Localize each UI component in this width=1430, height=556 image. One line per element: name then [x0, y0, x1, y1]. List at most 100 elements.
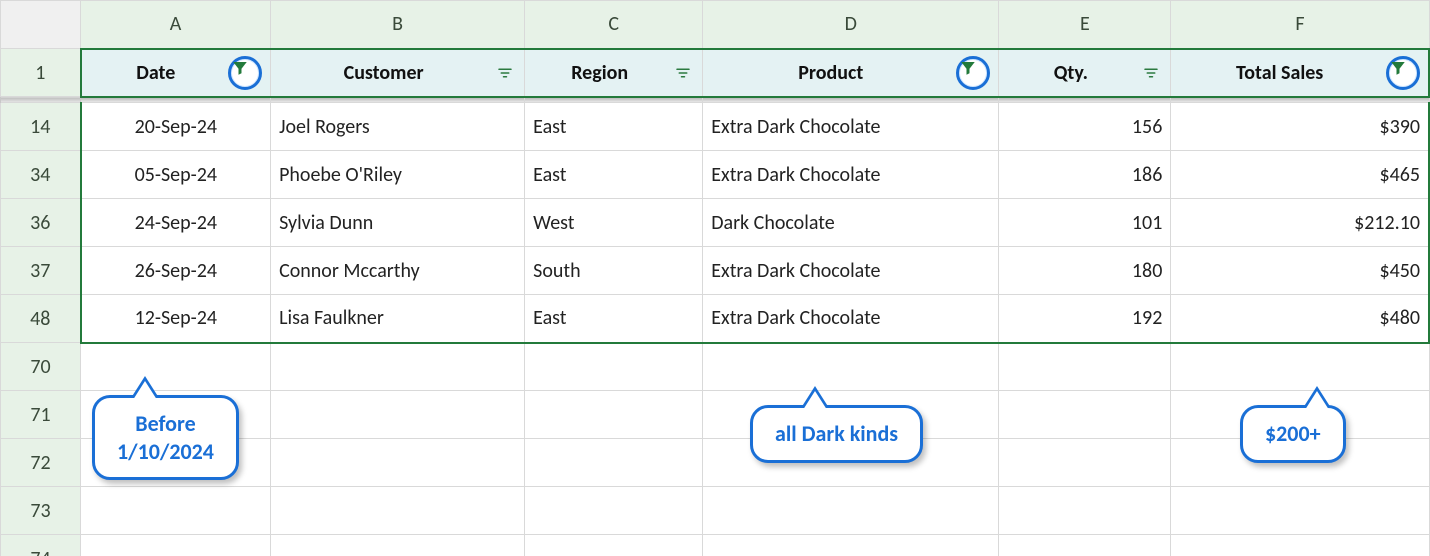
cell-qty[interactable]: 192: [999, 295, 1171, 343]
column-header-row: A B C D E F: [1, 1, 1430, 49]
row-header[interactable]: 37: [1, 247, 81, 295]
col-header-C[interactable]: C: [525, 1, 703, 49]
cell-product[interactable]: Dark Chocolate: [703, 199, 999, 247]
cell-product[interactable]: Extra Dark Chocolate: [703, 247, 999, 295]
empty-cell[interactable]: [81, 343, 271, 391]
header-label-totalsales: Total Sales: [1179, 61, 1380, 85]
table-header-row: 1 Date Customer Region: [1, 49, 1430, 97]
empty-cell[interactable]: [999, 535, 1171, 556]
empty-cell[interactable]: [1171, 343, 1429, 391]
empty-cell[interactable]: [271, 535, 525, 556]
cell-customer[interactable]: Connor Mccarthy: [271, 247, 525, 295]
empty-cell[interactable]: [271, 439, 525, 487]
row-header[interactable]: 71: [1, 391, 81, 439]
empty-row: 70: [1, 343, 1430, 391]
header-cell-customer[interactable]: Customer: [271, 49, 525, 97]
empty-cell[interactable]: [271, 487, 525, 535]
empty-cell[interactable]: [525, 535, 703, 556]
cell-date[interactable]: 12-Sep-24: [81, 295, 271, 343]
filter-lines-icon[interactable]: [1140, 62, 1162, 84]
header-cell-date[interactable]: Date: [81, 49, 271, 97]
cell-customer[interactable]: Sylvia Dunn: [271, 199, 525, 247]
empty-cell[interactable]: [999, 487, 1171, 535]
cell-region[interactable]: East: [525, 295, 703, 343]
empty-cell[interactable]: [271, 391, 525, 439]
callout-date-filter: Before 1/10/2024: [92, 395, 239, 480]
row-header[interactable]: 72: [1, 439, 81, 487]
cell-qty[interactable]: 156: [999, 103, 1171, 151]
empty-cell[interactable]: [271, 343, 525, 391]
cell-customer[interactable]: Joel Rogers: [271, 103, 525, 151]
cell-total[interactable]: $450: [1171, 247, 1429, 295]
header-label-region: Region: [533, 61, 666, 85]
header-label-product: Product: [711, 61, 950, 85]
col-header-E[interactable]: E: [999, 1, 1171, 49]
empty-cell[interactable]: [703, 487, 999, 535]
cell-customer[interactable]: Phoebe O'Riley: [271, 151, 525, 199]
row-header[interactable]: 34: [1, 151, 81, 199]
empty-cell[interactable]: [999, 343, 1171, 391]
row-header[interactable]: 48: [1, 295, 81, 343]
empty-cell[interactable]: [81, 535, 271, 556]
cell-qty[interactable]: 180: [999, 247, 1171, 295]
cell-product[interactable]: Extra Dark Chocolate: [703, 103, 999, 151]
header-cell-qty[interactable]: Qty.: [999, 49, 1171, 97]
cell-date[interactable]: 20-Sep-24: [81, 103, 271, 151]
empty-cell[interactable]: [703, 535, 999, 556]
cell-region[interactable]: East: [525, 103, 703, 151]
cell-total[interactable]: $390: [1171, 103, 1429, 151]
filter-lines-icon[interactable]: [494, 62, 516, 84]
row-header[interactable]: 70: [1, 343, 81, 391]
cell-total[interactable]: $480: [1171, 295, 1429, 343]
cell-qty[interactable]: 101: [999, 199, 1171, 247]
cell-qty[interactable]: 186: [999, 151, 1171, 199]
cell-date[interactable]: 24-Sep-24: [81, 199, 271, 247]
funnel-icon[interactable]: [1386, 56, 1420, 90]
empty-cell[interactable]: [525, 391, 703, 439]
filter-lines-icon[interactable]: [672, 62, 694, 84]
empty-cell[interactable]: [525, 487, 703, 535]
empty-cell[interactable]: [1171, 487, 1429, 535]
cell-region[interactable]: West: [525, 199, 703, 247]
empty-cell[interactable]: [999, 439, 1171, 487]
row-header[interactable]: 36: [1, 199, 81, 247]
row-header[interactable]: 74: [1, 535, 81, 556]
callout-total-filter: $200+: [1240, 405, 1346, 463]
header-cell-totalsales[interactable]: Total Sales: [1171, 49, 1429, 97]
col-header-A[interactable]: A: [81, 1, 271, 49]
row-header[interactable]: 14: [1, 103, 81, 151]
funnel-icon[interactable]: [956, 56, 990, 90]
empty-row: 73: [1, 487, 1430, 535]
empty-cell[interactable]: [1171, 535, 1429, 556]
empty-cell[interactable]: [703, 343, 999, 391]
cell-total[interactable]: $212.10: [1171, 199, 1429, 247]
empty-cell[interactable]: [999, 391, 1171, 439]
col-header-F[interactable]: F: [1171, 1, 1429, 49]
callout-product-filter: all Dark kinds: [750, 405, 923, 463]
select-all-corner[interactable]: [1, 1, 81, 49]
table-row: 48 12-Sep-24 Lisa Faulkner East Extra Da…: [1, 295, 1430, 343]
cell-date[interactable]: 26-Sep-24: [81, 247, 271, 295]
cell-product[interactable]: Extra Dark Chocolate: [703, 151, 999, 199]
row-header[interactable]: 73: [1, 487, 81, 535]
cell-region[interactable]: East: [525, 151, 703, 199]
cell-customer[interactable]: Lisa Faulkner: [271, 295, 525, 343]
cell-total[interactable]: $465: [1171, 151, 1429, 199]
empty-cell[interactable]: [525, 439, 703, 487]
cell-date[interactable]: 05-Sep-24: [81, 151, 271, 199]
cell-product[interactable]: Extra Dark Chocolate: [703, 295, 999, 343]
header-label-qty: Qty.: [1007, 61, 1134, 85]
col-header-D[interactable]: D: [703, 1, 999, 49]
callout-text: all Dark kinds: [775, 420, 898, 447]
cell-region[interactable]: South: [525, 247, 703, 295]
empty-row: 74: [1, 535, 1430, 556]
empty-cell[interactable]: [81, 487, 271, 535]
col-header-B[interactable]: B: [271, 1, 525, 49]
header-cell-region[interactable]: Region: [525, 49, 703, 97]
header-label-date: Date: [90, 61, 223, 85]
empty-cell[interactable]: [525, 343, 703, 391]
funnel-icon[interactable]: [228, 56, 262, 90]
callout-text: $200+: [1265, 420, 1321, 447]
row-header-1[interactable]: 1: [1, 49, 81, 97]
header-cell-product[interactable]: Product: [703, 49, 999, 97]
